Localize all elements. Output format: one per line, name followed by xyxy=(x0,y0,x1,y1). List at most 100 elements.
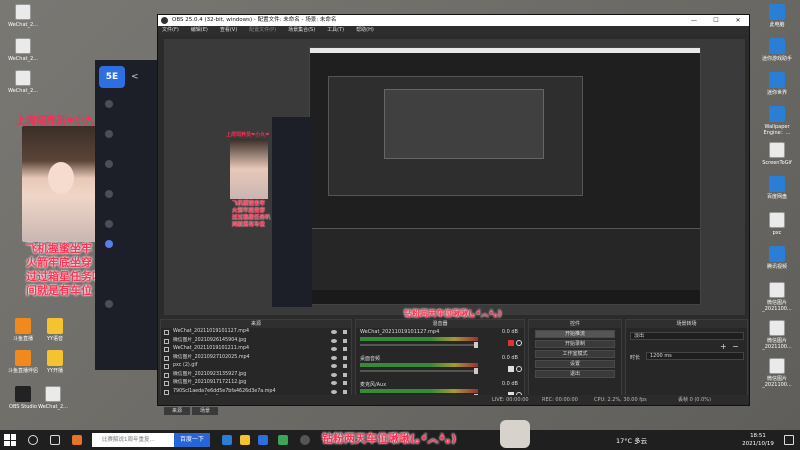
nav-icon[interactable] xyxy=(105,190,113,198)
desktop-icon[interactable]: 百度网盘 xyxy=(754,176,800,200)
edge-icon[interactable] xyxy=(222,435,232,445)
source-item[interactable]: WeChat_20211019101127.mp4 xyxy=(161,328,351,337)
nested-streamer-photo xyxy=(230,139,268,199)
lock-icon[interactable] xyxy=(343,364,347,368)
5e-taskbar-icon[interactable] xyxy=(258,435,268,445)
source-item[interactable]: 微信图片_20210927102025.mp4 xyxy=(161,354,351,363)
tab-scenes[interactable]: 场景 xyxy=(192,407,219,415)
menu-help[interactable]: 帮助(H) xyxy=(356,26,374,35)
desktop-icon[interactable]: WeChat_2... xyxy=(30,386,76,410)
nav-icon[interactable] xyxy=(105,240,113,248)
5e-client-panel[interactable]: 5E < xyxy=(95,60,157,370)
desktop-icon[interactable]: 微信图片_2021100... xyxy=(754,320,800,350)
search-icon[interactable] xyxy=(28,435,38,445)
transitions-header: 场景转场 xyxy=(626,320,747,328)
menu-edit[interactable]: 编辑(E) xyxy=(191,26,208,35)
obs-taskbar-icon[interactable] xyxy=(300,435,310,445)
maximize-button[interactable]: ☐ xyxy=(705,15,727,26)
desktop-icon[interactable]: 迷你游戏助手 xyxy=(754,38,800,62)
eye-icon[interactable] xyxy=(331,389,337,394)
lock-icon[interactable] xyxy=(343,330,347,334)
lock-icon[interactable] xyxy=(343,372,347,377)
menu-view[interactable]: 查看(V) xyxy=(220,26,237,35)
remove-transition-icon[interactable]: − xyxy=(732,342,739,351)
baidu-search-input[interactable]: 比赛解说1周年重复... xyxy=(92,433,174,447)
source-item[interactable]: WeChat_20211019101211.mp4 xyxy=(161,345,351,354)
windows-start-icon[interactable] xyxy=(4,434,16,446)
nav-icon[interactable] xyxy=(105,100,113,108)
desktop-icon[interactable]: YY语音 xyxy=(32,318,78,342)
eye-icon[interactable] xyxy=(331,338,337,343)
back-arrow-icon[interactable]: < xyxy=(131,72,139,82)
lock-icon[interactable] xyxy=(343,381,347,385)
app-icon[interactable] xyxy=(72,435,82,445)
desktop-icon[interactable]: WeChat_2... xyxy=(0,38,46,62)
nav-icon[interactable] xyxy=(105,130,113,138)
nav-icon[interactable] xyxy=(105,300,113,308)
desktop: WeChat_2... WeChat_2... WeChat_2... 斗鱼直播… xyxy=(0,0,800,430)
eye-icon[interactable] xyxy=(331,355,337,360)
desktop-icon[interactable]: 迷你世界 xyxy=(754,72,800,96)
system-clock[interactable]: 18:51 2021/10/19 xyxy=(738,432,778,448)
weather-widget[interactable]: 17°C 多云 xyxy=(616,435,647,445)
start-recording-button[interactable]: 开始录制 xyxy=(535,340,615,348)
desktop-icon[interactable]: WeChat_2... xyxy=(0,4,46,28)
gear-icon[interactable] xyxy=(516,366,522,372)
lock-icon[interactable] xyxy=(343,338,347,343)
task-view-icon[interactable] xyxy=(50,435,60,445)
source-item[interactable]: pxc (2).gif xyxy=(161,362,351,371)
notification-icon[interactable] xyxy=(784,435,794,445)
menu-scene-collection[interactable]: 场景集合(S) xyxy=(288,26,315,35)
desktop-icon[interactable]: 微信图片_2021100... xyxy=(754,282,800,312)
wechat-icon[interactable] xyxy=(278,435,288,445)
menu-tools[interactable]: 工具(T) xyxy=(327,26,344,35)
duration-input[interactable]: 1200 ms xyxy=(646,352,744,360)
nav-icon[interactable] xyxy=(105,220,113,228)
volume-slider[interactable] xyxy=(360,342,478,348)
eye-icon[interactable] xyxy=(331,372,337,377)
eye-icon[interactable] xyxy=(331,330,337,334)
folder-icon[interactable] xyxy=(240,435,250,445)
tab-sources[interactable]: 来源 xyxy=(164,407,191,415)
baidu-search-button[interactable]: 百度一下 xyxy=(174,433,210,447)
nav-icon[interactable] xyxy=(105,160,113,168)
desktop-icon[interactable]: 腾讯视频 xyxy=(754,246,800,270)
studio-mode-button[interactable]: 工作室模式 xyxy=(535,350,615,358)
exit-button[interactable]: 退出 xyxy=(535,370,615,378)
source-item[interactable]: 微信图片_20210923135927.jpg xyxy=(161,371,351,380)
desktop-icon[interactable]: Wallpaper Engine：... xyxy=(754,106,800,136)
settings-button[interactable]: 设置 xyxy=(535,360,615,368)
menu-file[interactable]: 文件(F) xyxy=(162,26,179,35)
gear-icon[interactable] xyxy=(516,340,522,346)
video-icon xyxy=(164,330,169,335)
eye-icon[interactable] xyxy=(331,347,337,351)
source-item[interactable]: 微信图片_20210917172112.jpg xyxy=(161,379,351,388)
volume-slider[interactable] xyxy=(360,368,478,374)
file-icon xyxy=(15,38,31,54)
source-item[interactable]: 微信图片_20210926145904.jpg xyxy=(161,337,351,346)
close-button[interactable]: ✕ xyxy=(727,15,749,26)
image-file-icon xyxy=(769,320,785,336)
desktop-icon[interactable]: pxc xyxy=(754,212,800,236)
lock-icon[interactable] xyxy=(343,355,347,360)
obs-titlebar[interactable]: OBS 25.0.4 (32-bit, windows) - 配置文件: 未命名… xyxy=(158,15,749,26)
eye-icon[interactable] xyxy=(331,364,337,368)
minimize-button[interactable]: — xyxy=(683,15,705,26)
start-streaming-button[interactable]: 开始推流 xyxy=(535,330,615,338)
desktop-icon[interactable]: ScreenToGif xyxy=(754,142,800,166)
transition-select[interactable]: 淡出 xyxy=(630,332,744,340)
desktop-icon[interactable]: WeChat_2... xyxy=(0,70,46,94)
obs-window[interactable]: OBS 25.0.4 (32-bit, windows) - 配置文件: 未命名… xyxy=(157,14,750,415)
mute-icon[interactable] xyxy=(508,340,514,346)
desktop-icon[interactable]: 此电脑 xyxy=(754,4,800,28)
sources-header: 来源 xyxy=(161,320,351,328)
lock-icon[interactable] xyxy=(343,389,347,394)
eye-icon[interactable] xyxy=(331,381,337,385)
lock-icon[interactable] xyxy=(343,347,347,351)
desktop-icon[interactable]: YY开播 xyxy=(32,350,78,374)
menu-profile[interactable]: 配置文件(P) xyxy=(249,26,276,35)
speaker-icon[interactable] xyxy=(508,366,514,372)
desktop-icon[interactable]: 微信图片_2021100... xyxy=(754,358,800,388)
obs-preview[interactable]: 上周饲养员❤小九❤ 飞机握蜜坐牢 火箭牢底坐穿 过过箱星任务叭 间就是有车位 钻… xyxy=(164,39,745,318)
add-transition-icon[interactable]: + xyxy=(720,342,727,351)
